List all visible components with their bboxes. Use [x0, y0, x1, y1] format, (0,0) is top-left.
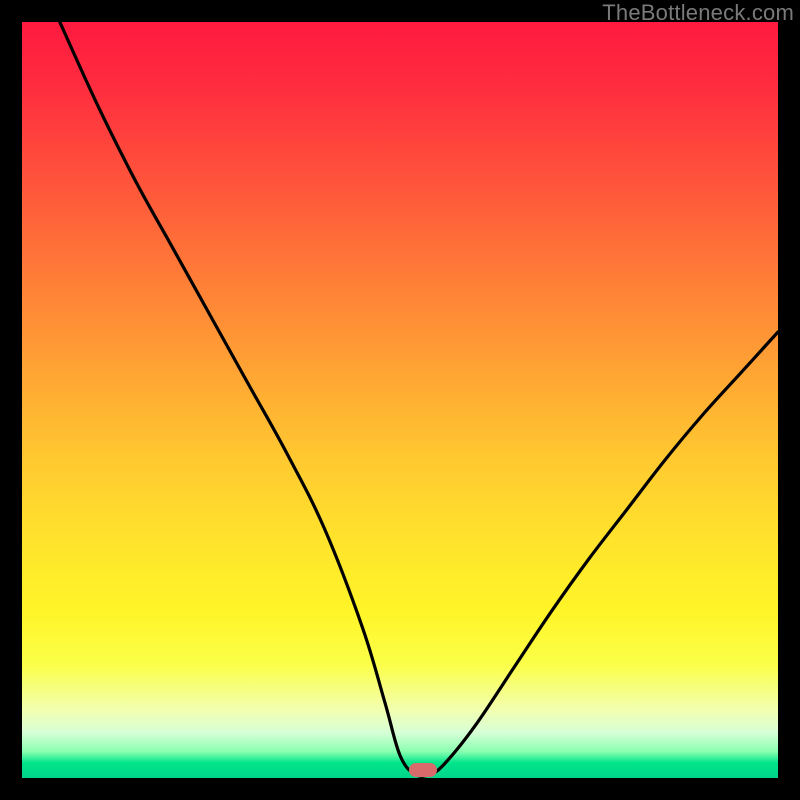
chart-plot-area: [22, 22, 778, 778]
watermark-label: TheBottleneck.com: [602, 0, 794, 26]
optimum-marker: [409, 763, 437, 777]
chart-frame: TheBottleneck.com: [0, 0, 800, 800]
bottleneck-curve-path: [60, 22, 778, 776]
curve-svg: [22, 22, 778, 778]
